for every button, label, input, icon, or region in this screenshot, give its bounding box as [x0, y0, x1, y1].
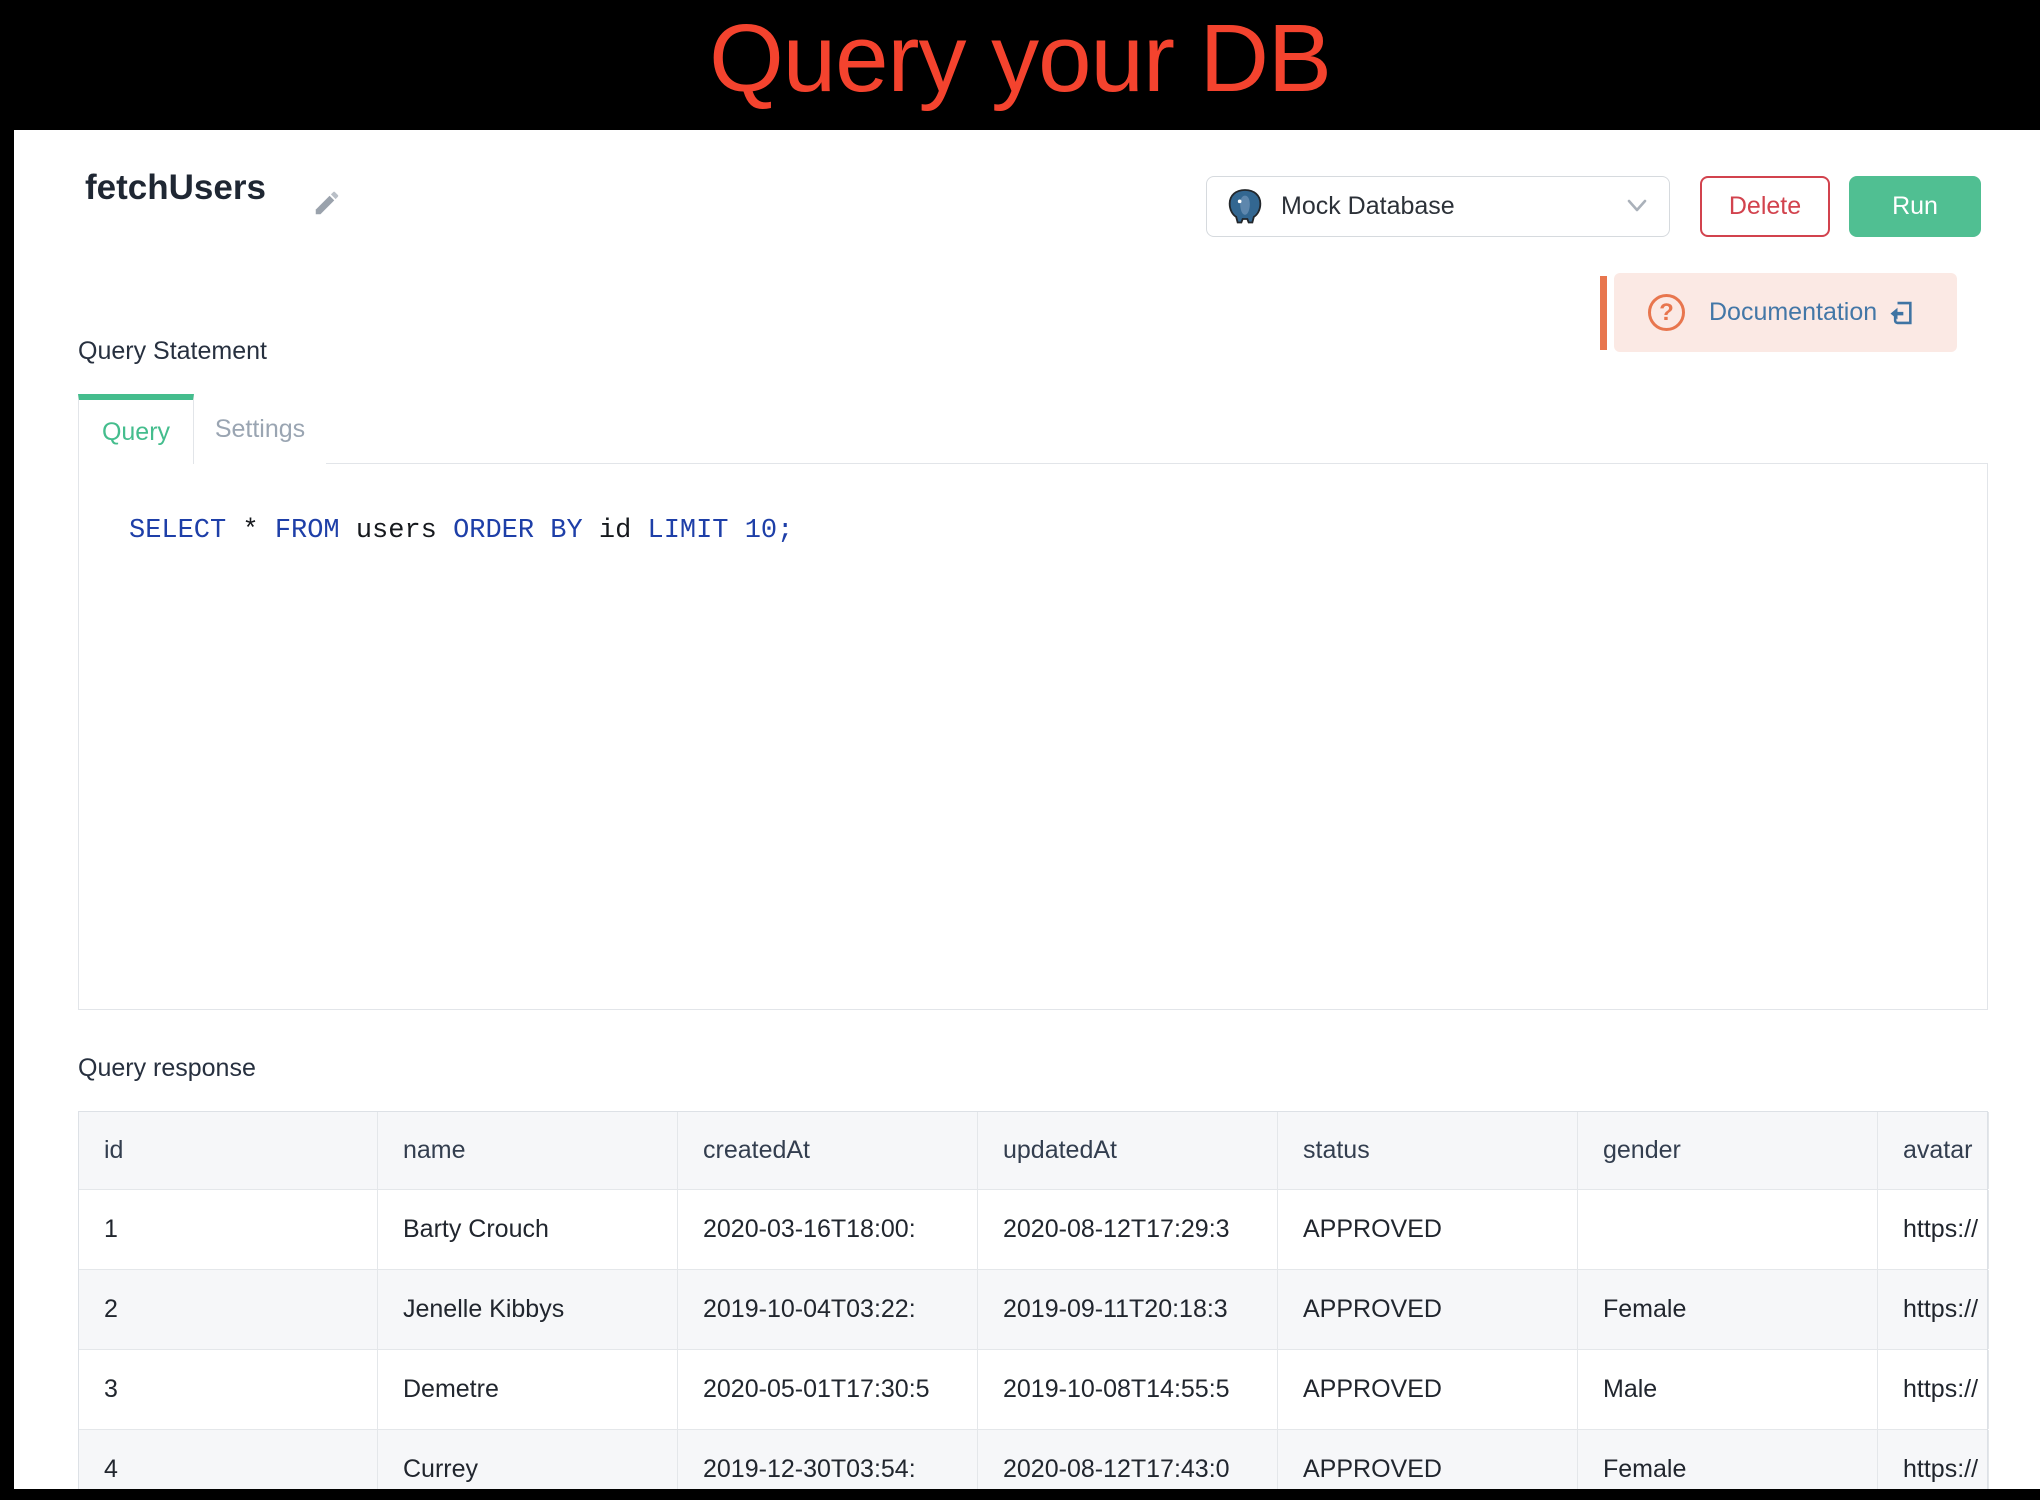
tab-settings[interactable]: Settings — [194, 394, 326, 464]
table-cell: Currey — [378, 1430, 678, 1489]
sql-line: SELECT * FROM users ORDER BY id LIMIT 10… — [129, 516, 793, 546]
query-response-label: Query response — [78, 1054, 256, 1083]
table-row: 4Currey2019-12-30T03:54:2020-08-12T17:43… — [79, 1429, 1987, 1489]
query-name: fetchUsers — [85, 168, 266, 208]
table-header-cell: name — [378, 1112, 678, 1189]
sql-keyword: 10; — [729, 516, 794, 546]
editor-tabs: Query Settings — [78, 394, 326, 464]
table-cell: 2019-09-11T20:18:3 — [978, 1270, 1278, 1349]
table-cell: APPROVED — [1278, 1350, 1578, 1429]
sql-text: users — [340, 516, 453, 546]
response-table: idnamecreatedAtupdatedAtstatusgenderavat… — [78, 1111, 1988, 1489]
chevron-down-icon — [1627, 199, 1647, 213]
sql-text: id — [583, 516, 648, 546]
table-cell: https:// — [1878, 1190, 1989, 1269]
table-cell: 2020-03-16T18:00: — [678, 1190, 978, 1269]
table-header-row: idnamecreatedAtupdatedAtstatusgenderavat… — [79, 1112, 1987, 1189]
table-cell: Male — [1578, 1350, 1878, 1429]
table-row: 2Jenelle Kibbys2019-10-04T03:22:2019-09-… — [79, 1269, 1987, 1349]
table-cell: 2020-08-12T17:43:0 — [978, 1430, 1278, 1489]
help-icon: ? — [1648, 294, 1685, 331]
query-panel: fetchUsers Mock Database Delete Run ? Do… — [14, 130, 2040, 1489]
banner-title: Query your DB — [709, 0, 1331, 118]
table-cell: 2019-12-30T03:54: — [678, 1430, 978, 1489]
table-cell: APPROVED — [1278, 1430, 1578, 1489]
resource-select[interactable]: Mock Database — [1206, 176, 1670, 237]
table-cell: 2020-05-01T17:30:5 — [678, 1350, 978, 1429]
sql-keyword: SELECT — [129, 516, 226, 546]
table-cell: Female — [1578, 1430, 1878, 1489]
sql-editor[interactable]: SELECT * FROM users ORDER BY id LIMIT 10… — [78, 463, 1988, 1010]
table-cell: 1 — [79, 1190, 378, 1269]
tab-query[interactable]: Query — [78, 394, 194, 464]
table-cell: Demetre — [378, 1350, 678, 1429]
page: Query your DB fetchUsers Mock Database D… — [0, 0, 2040, 1500]
external-link-icon — [1887, 299, 1915, 327]
page-banner: Query your DB — [0, 0, 2040, 130]
table-header-cell: status — [1278, 1112, 1578, 1189]
table-header-cell: createdAt — [678, 1112, 978, 1189]
table-cell: 3 — [79, 1350, 378, 1429]
table-cell — [1578, 1190, 1878, 1269]
table-cell: 2 — [79, 1270, 378, 1349]
table-cell: 4 — [79, 1430, 378, 1489]
sql-text: * — [226, 516, 275, 546]
table-cell: 2020-08-12T17:29:3 — [978, 1190, 1278, 1269]
table-cell: APPROVED — [1278, 1270, 1578, 1349]
documentation-label: Documentation — [1709, 298, 1877, 327]
table-row: 3Demetre2020-05-01T17:30:52019-10-08T14:… — [79, 1349, 1987, 1429]
sql-keyword: LIMIT — [648, 516, 729, 546]
table-cell: 2019-10-04T03:22: — [678, 1270, 978, 1349]
sql-keyword: FROM — [275, 516, 340, 546]
table-header-cell: updatedAt — [978, 1112, 1278, 1189]
table-header-cell: id — [79, 1112, 378, 1189]
table-cell: APPROVED — [1278, 1190, 1578, 1269]
table-cell: https:// — [1878, 1430, 1989, 1489]
table-cell: Barty Crouch — [378, 1190, 678, 1269]
query-statement-label: Query Statement — [78, 337, 267, 366]
table-cell: https:// — [1878, 1270, 1989, 1349]
sql-keyword: ORDER BY — [453, 516, 583, 546]
delete-button[interactable]: Delete — [1700, 176, 1830, 237]
table-cell: Female — [1578, 1270, 1878, 1349]
run-button[interactable]: Run — [1849, 176, 1981, 237]
table-cell: https:// — [1878, 1350, 1989, 1429]
table-cell: Jenelle Kibbys — [378, 1270, 678, 1349]
documentation-accent-bar — [1600, 276, 1607, 350]
table-header-cell: gender — [1578, 1112, 1878, 1189]
resource-select-value: Mock Database — [1281, 192, 1455, 221]
table-row: 1Barty Crouch2020-03-16T18:00:2020-08-12… — [79, 1189, 1987, 1269]
documentation-link[interactable]: ? Documentation — [1614, 273, 1957, 352]
table-body: 1Barty Crouch2020-03-16T18:00:2020-08-12… — [79, 1189, 1987, 1489]
table-cell: 2019-10-08T14:55:5 — [978, 1350, 1278, 1429]
edit-query-name-icon[interactable] — [312, 188, 342, 218]
postgresql-icon — [1225, 187, 1265, 227]
table-header-cell: avatar — [1878, 1112, 1989, 1189]
